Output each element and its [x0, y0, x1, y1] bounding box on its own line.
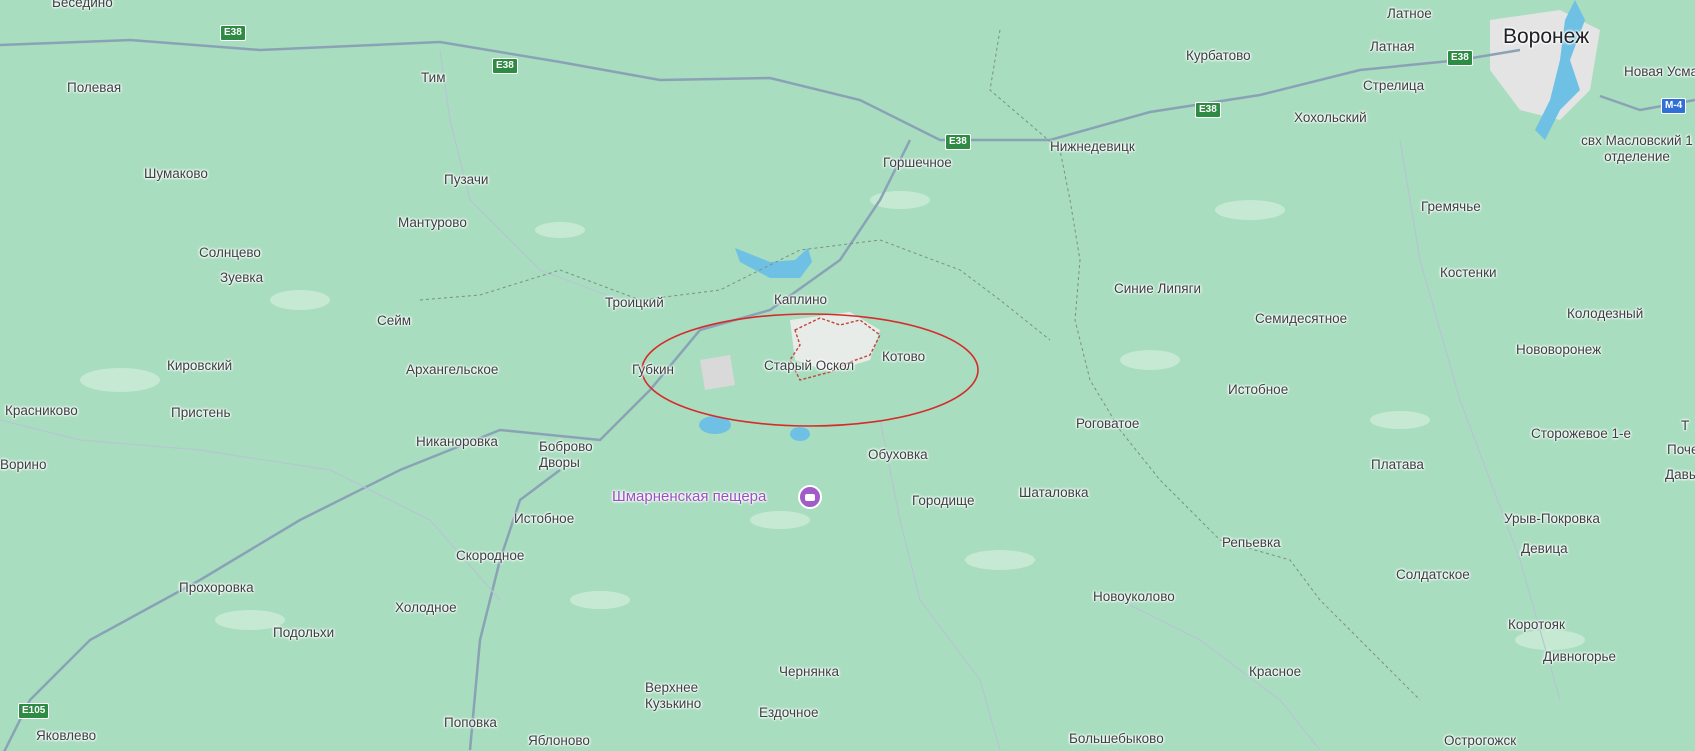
place-label[interactable]: Красное [1249, 664, 1301, 680]
place-label[interactable]: Скородное [456, 548, 524, 564]
place-label[interactable]: Сторожевое 1-е [1531, 426, 1631, 442]
map-canvas[interactable]: E38 E38 E38 E38 E38 E105 M-4 Воронеж Бес… [0, 0, 1695, 751]
place-label[interactable]: Красниково [5, 403, 78, 419]
place-label[interactable]: Прохоровка [179, 580, 254, 596]
place-label[interactable]: Котово [882, 349, 925, 365]
place-label[interactable]: Пристень [171, 405, 231, 421]
place-label[interactable]: Каплино [774, 292, 827, 308]
place-label[interactable]: Беседино [52, 0, 113, 11]
place-label[interactable]: Горшечное [883, 155, 952, 171]
place-label[interactable]: Давыдо [1665, 467, 1695, 483]
place-label[interactable]: Зуевка [220, 270, 263, 286]
place-label[interactable]: Большебыково [1069, 731, 1164, 747]
place-label[interactable]: Латное [1387, 6, 1432, 22]
place-label[interactable]: Семидесятное [1255, 311, 1347, 327]
road-shield-e38: E38 [1447, 50, 1473, 66]
place-label[interactable]: Почепское [1667, 442, 1695, 458]
place-label[interactable]: Истобное [1228, 382, 1288, 398]
place-label-stary-oskol[interactable]: Старый Оскол [764, 358, 854, 374]
place-label[interactable]: Костенки [1440, 265, 1497, 281]
place-label[interactable]: Обуховка [868, 447, 928, 463]
place-label[interactable]: Нововоронеж [1516, 342, 1601, 358]
place-label[interactable]: Солдатское [1396, 567, 1470, 583]
place-label[interactable]: Боброво Дворы [539, 439, 609, 471]
place-label[interactable]: Мантурово [398, 215, 467, 231]
place-label[interactable]: Яковлево [36, 728, 96, 744]
place-label[interactable]: Т [1681, 418, 1689, 434]
camera-icon[interactable] [798, 485, 822, 509]
place-label[interactable]: Курбатово [1186, 48, 1251, 64]
place-label[interactable]: Новая Усмань [1624, 64, 1695, 80]
place-label[interactable]: Никаноровка [416, 434, 498, 450]
place-label[interactable]: Репьевка [1222, 535, 1281, 551]
place-label[interactable]: Коротояк [1508, 617, 1565, 633]
place-label[interactable]: Новоуколово [1093, 589, 1175, 605]
place-label[interactable]: свх Масловский 1 отделение [1578, 133, 1695, 165]
highlight-ellipse [641, 313, 979, 427]
place-label[interactable]: Платава [1371, 457, 1424, 473]
place-label[interactable]: Колодезный [1567, 306, 1643, 322]
place-label[interactable]: Кировский [167, 358, 232, 374]
place-label[interactable]: Полевая [67, 80, 121, 96]
place-label[interactable]: Верхнее Кузькино [645, 680, 725, 712]
place-label[interactable]: Пузачи [444, 172, 488, 188]
place-label[interactable]: Троицкий [605, 295, 664, 311]
place-label[interactable]: Ездочное [759, 705, 819, 721]
place-label[interactable]: Нижнедевицк [1050, 139, 1135, 155]
place-label[interactable]: Солнцево [199, 245, 261, 261]
place-label[interactable]: Губкин [632, 362, 674, 378]
place-label[interactable]: Девица [1521, 541, 1568, 557]
place-label[interactable]: Хохольский [1294, 110, 1367, 126]
place-label[interactable]: Дивногорье [1543, 649, 1616, 665]
poi-label-cave[interactable]: Шмарненская пещера [612, 489, 766, 505]
place-label[interactable]: Городище [912, 493, 975, 509]
place-label[interactable]: Синие Липяги [1114, 281, 1201, 297]
road-shield-m4: M-4 [1661, 98, 1687, 114]
place-label[interactable]: Гремячье [1421, 199, 1481, 215]
city-label-voronezh[interactable]: Воронеж [1503, 25, 1589, 49]
road-shield-e38: E38 [220, 25, 246, 41]
place-label[interactable]: Чернянка [779, 664, 839, 680]
place-label[interactable]: Шумаково [144, 166, 208, 182]
place-label[interactable]: Истобное [514, 511, 574, 527]
place-label[interactable]: Стрелица [1363, 78, 1424, 94]
place-label[interactable]: Яблоново [528, 733, 590, 749]
road-shield-e38: E38 [1195, 102, 1221, 118]
place-label[interactable]: Урыв-Покровка [1504, 511, 1600, 527]
place-label[interactable]: Поповка [444, 715, 497, 731]
place-label[interactable]: Шаталовка [1019, 485, 1089, 501]
place-label[interactable]: Латная [1370, 39, 1415, 55]
place-label[interactable]: Ворино [0, 457, 47, 473]
place-label[interactable]: Подольхи [273, 625, 334, 641]
road-shield-e38: E38 [492, 58, 518, 74]
road-shield-e105: E105 [18, 703, 50, 719]
place-label[interactable]: Острогожск [1444, 733, 1516, 749]
place-label[interactable]: Роговатое [1076, 416, 1139, 432]
road-shield-e38: E38 [945, 134, 971, 150]
place-label[interactable]: Сейм [377, 313, 411, 329]
place-label[interactable]: Архангельское [406, 362, 498, 378]
place-label[interactable]: Холодное [395, 600, 457, 616]
place-label[interactable]: Тим [421, 70, 445, 86]
